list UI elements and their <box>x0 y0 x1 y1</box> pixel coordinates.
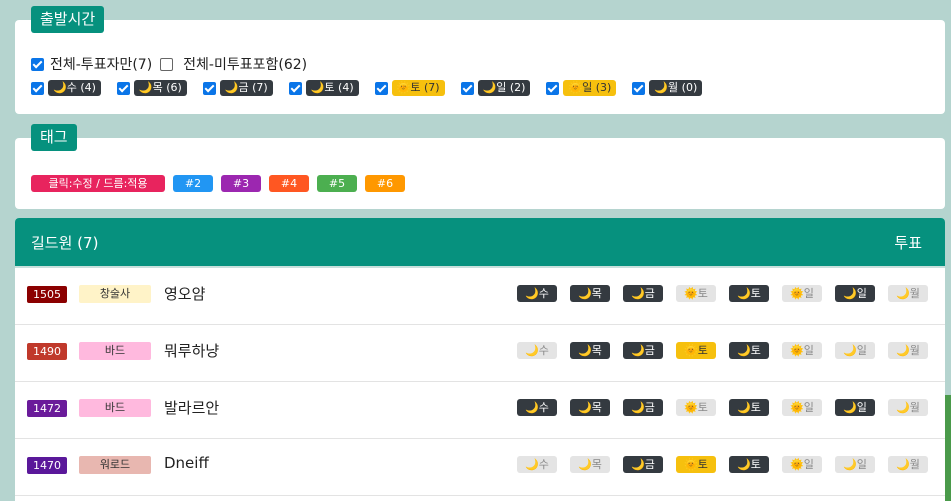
time-slot-checkbox[interactable] <box>460 81 474 95</box>
vote-day-badge[interactable]: 🌙월 <box>888 399 928 416</box>
all-voted-checkbox[interactable] <box>31 57 44 71</box>
vote-days: 🌙수 🌙목 🌙금 🌞토 🌙토 🌞일 🌙일 🌙월 <box>517 285 928 302</box>
time-slot-checkbox[interactable] <box>31 81 44 95</box>
member-name[interactable]: 영오얌 <box>164 283 205 304</box>
time-slot-row: 🌙수 (4) 🌙목 (6) 🌙금 (7) 🌙토 (4) 🌞토 (7) 🌙일 (2) 🌞일 (… <box>31 80 718 96</box>
time-slot-item[interactable]: 🌙토 (4) <box>288 80 359 96</box>
members-header: 길드원 (7) 투표 <box>15 218 945 268</box>
tag-list: 클릭:수정 / 드름:적용 #2 #3 #4 #5 #6 <box>31 175 413 192</box>
vote-day-badge[interactable]: 🌞일 <box>782 342 822 359</box>
vote-day-badge[interactable]: 🌞토 <box>676 342 716 359</box>
time-slot-item[interactable]: 🌙목 (6) <box>116 80 187 96</box>
all-including-label: 전체-미투표포함(62) <box>183 57 308 73</box>
side-scroll-strip <box>945 395 951 501</box>
time-slot-item[interactable]: 🌙수 (4) <box>31 80 101 96</box>
class-badge: 워로드 <box>79 456 151 474</box>
time-slot-label: 🌙일 (2) <box>477 80 531 96</box>
vote-day-badge[interactable]: 🌙토 <box>729 456 769 473</box>
vote-day-badge[interactable]: 🌙일 <box>835 399 875 416</box>
vote-day-badge[interactable]: 🌙토 <box>729 285 769 302</box>
time-slot-label: 🌞일 (3) <box>563 80 617 96</box>
time-slot-label: 🌙토 (4) <box>305 80 359 96</box>
vote-days: 🌙수 🌙목 🌙금 🌞토 🌙토 🌞일 🌙일 🌙월 <box>517 399 928 416</box>
time-slot-checkbox[interactable] <box>632 81 646 95</box>
member-name[interactable]: 뭐루하냥 <box>164 340 219 361</box>
vote-day-badge[interactable]: 🌙수 <box>517 342 557 359</box>
vote-day-badge[interactable]: 🌞토 <box>676 456 716 473</box>
vote-day-badge[interactable]: 🌞일 <box>782 399 822 416</box>
time-slot-label: 🌙목 (6) <box>133 80 187 96</box>
tag-button[interactable]: #2 <box>173 175 213 192</box>
time-slot-checkbox[interactable] <box>202 81 216 95</box>
tag-button[interactable]: #4 <box>269 175 309 192</box>
time-slot-label: 🌙수 (4) <box>48 80 101 96</box>
tag-card: 태그 클릭:수정 / 드름:적용 #2 #3 #4 #5 #6 <box>15 124 945 209</box>
vote-day-badge[interactable]: 🌙목 <box>570 456 610 473</box>
class-badge: 바드 <box>79 399 151 417</box>
time-slot-checkbox[interactable] <box>546 81 560 95</box>
vote-day-badge[interactable]: 🌙월 <box>888 285 928 302</box>
vote-day-badge[interactable]: 🌙수 <box>517 456 557 473</box>
member-name[interactable]: 발라르안 <box>164 397 219 418</box>
vote-days: 🌙수 🌙목 🌙금 🌞토 🌙토 🌞일 🌙일 🌙월 <box>517 456 928 473</box>
members-card: 길드원 (7) 투표 1505 창술사 영오얌 🌙수 🌙목 🌙금 🌞토 🌙토 🌞일 🌙일 🌙월 149… <box>15 218 945 501</box>
vote-day-badge[interactable]: 🌙목 <box>570 342 610 359</box>
vote-day-badge[interactable]: 🌙월 <box>888 342 928 359</box>
tag-button[interactable]: #6 <box>365 175 405 192</box>
vote-day-badge[interactable]: 🌙목 <box>570 399 610 416</box>
vote-day-badge[interactable]: 🌙금 <box>623 285 663 302</box>
vote-day-badge[interactable]: 🌙금 <box>623 456 663 473</box>
vote-day-badge[interactable]: 🌙금 <box>623 342 663 359</box>
members-list: 1505 창술사 영오얌 🌙수 🌙목 🌙금 🌞토 🌙토 🌞일 🌙일 🌙월 1490 바드 뭐루하냥 🌙수 🌙목… <box>15 268 945 496</box>
departure-card: 출발시간 전체-투표자만(7) 전체-미투표포함(62) 🌙수 (4) 🌙목 (6… <box>15 6 945 114</box>
vote-header: 투표 <box>894 234 922 252</box>
vote-day-badge[interactable]: 🌙목 <box>570 285 610 302</box>
vote-day-badge[interactable]: 🌙일 <box>835 285 875 302</box>
vote-day-badge[interactable]: 🌞토 <box>676 399 716 416</box>
all-including-checkbox[interactable] <box>160 57 174 71</box>
class-badge: 창술사 <box>79 285 151 303</box>
all-filter-row: 전체-투표자만(7) 전체-미투표포함(62) <box>31 54 307 74</box>
time-slot-item[interactable]: 🌞토 (7) <box>374 80 445 96</box>
member-row[interactable]: 1490 바드 뭐루하냥 🌙수 🌙목 🌙금 🌞토 🌙토 🌞일 🌙일 🌙월 <box>15 325 945 382</box>
time-slot-item[interactable]: 🌙일 (2) <box>460 80 531 96</box>
item-level-badge: 1470 <box>27 457 67 474</box>
time-slot-item[interactable]: 🌞일 (3) <box>546 80 617 96</box>
vote-days: 🌙수 🌙목 🌙금 🌞토 🌙토 🌞일 🌙일 🌙월 <box>517 342 928 359</box>
vote-day-badge[interactable]: 🌙수 <box>517 399 557 416</box>
time-slot-label: 🌞토 (7) <box>391 80 445 96</box>
class-badge: 바드 <box>79 342 151 360</box>
vote-day-badge[interactable]: 🌙수 <box>517 285 557 302</box>
tag-title: 태그 <box>31 124 77 151</box>
vote-day-badge[interactable]: 🌙토 <box>729 342 769 359</box>
member-row[interactable]: 1472 바드 발라르안 🌙수 🌙목 🌙금 🌞토 🌙토 🌞일 🌙일 🌙월 <box>15 382 945 439</box>
time-slot-checkbox[interactable] <box>288 81 302 95</box>
item-level-badge: 1472 <box>27 400 67 417</box>
vote-day-badge[interactable]: 🌙토 <box>729 399 769 416</box>
vote-day-badge[interactable]: 🌞일 <box>782 285 822 302</box>
time-slot-checkbox[interactable] <box>374 81 388 95</box>
tag-button[interactable]: 클릭:수정 / 드름:적용 <box>31 175 165 192</box>
members-title: 길드원 (7) <box>31 234 99 252</box>
vote-day-badge[interactable]: 🌙일 <box>835 456 875 473</box>
all-voted-label: 전체-투표자만(7) <box>50 57 153 73</box>
tag-button[interactable]: #5 <box>317 175 357 192</box>
member-row[interactable]: 1505 창술사 영오얌 🌙수 🌙목 🌙금 🌞토 🌙토 🌞일 🌙일 🌙월 <box>15 268 945 325</box>
member-name[interactable]: Dneiff <box>164 454 209 472</box>
time-slot-checkbox[interactable] <box>116 81 130 95</box>
time-slot-item[interactable]: 🌙금 (7) <box>202 80 273 96</box>
vote-day-badge[interactable]: 🌙일 <box>835 342 875 359</box>
tag-button[interactable]: #3 <box>221 175 261 192</box>
departure-title: 출발시간 <box>31 6 105 33</box>
vote-day-badge[interactable]: 🌞일 <box>782 456 822 473</box>
time-slot-item[interactable]: 🌙월 (0) <box>632 80 703 96</box>
item-level-badge: 1505 <box>27 286 67 303</box>
item-level-badge: 1490 <box>27 343 67 360</box>
time-slot-label: 🌙금 (7) <box>219 80 273 96</box>
time-slot-label: 🌙월 (0) <box>649 80 703 96</box>
vote-day-badge[interactable]: 🌙금 <box>623 399 663 416</box>
vote-day-badge[interactable]: 🌙월 <box>888 456 928 473</box>
vote-day-badge[interactable]: 🌞토 <box>676 285 716 302</box>
member-row[interactable]: 1470 워로드 Dneiff 🌙수 🌙목 🌙금 🌞토 🌙토 🌞일 🌙일 🌙월 <box>15 439 945 496</box>
